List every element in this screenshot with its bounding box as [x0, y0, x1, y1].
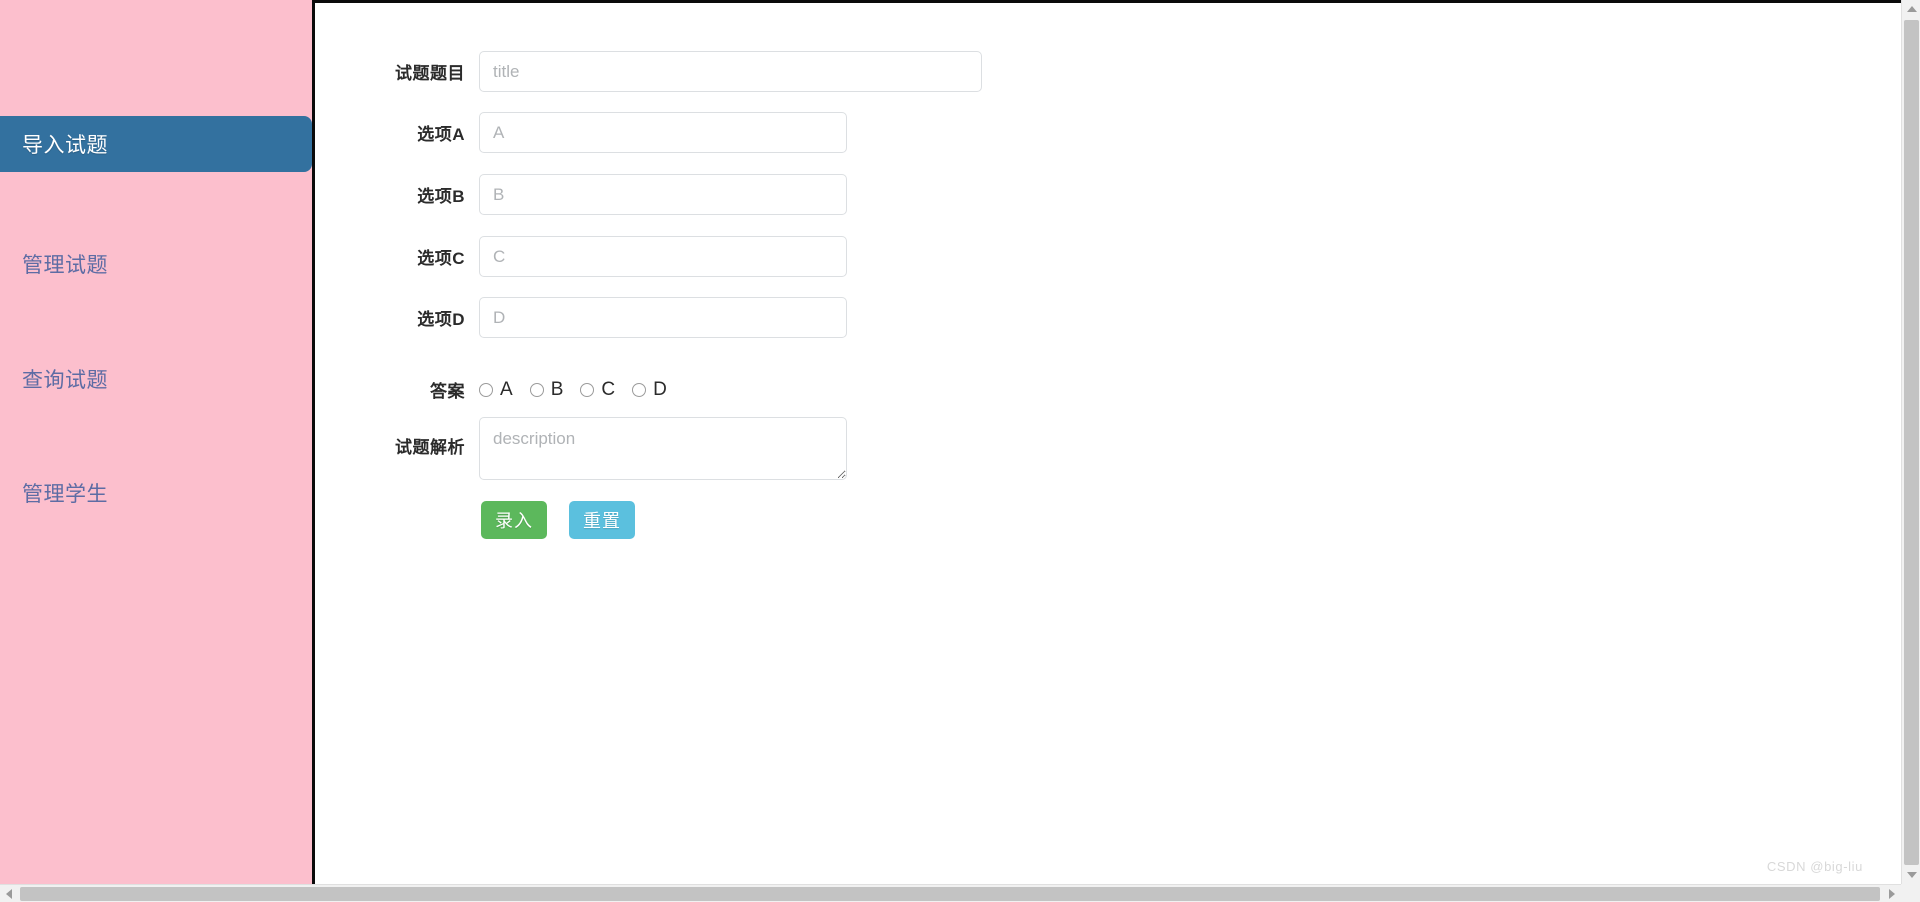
- label-question-title: 试题题目: [395, 64, 465, 83]
- radio-circle-icon: [479, 382, 493, 397]
- sidebar-item-label: 管理学生: [22, 483, 108, 506]
- label-option-a: 选项A: [417, 125, 465, 144]
- scroll-right-arrow-icon[interactable]: [1883, 885, 1901, 902]
- label-answer: 答案: [430, 382, 465, 401]
- form-row-answer: 答案 A B C D: [373, 377, 684, 402]
- description-textarea[interactable]: [479, 417, 847, 480]
- sidebar-item-label: 管理试题: [22, 254, 108, 277]
- label-option-d: 选项D: [417, 310, 465, 329]
- sidebar-item-import-questions[interactable]: 导入试题: [0, 116, 312, 172]
- label-description: 试题解析: [395, 438, 465, 457]
- answer-radio-b[interactable]: B: [529, 378, 564, 401]
- answer-radio-d-label: D: [653, 378, 667, 400]
- answer-radio-a-label: A: [500, 378, 513, 400]
- sidebar-navigation: 导入试题 管理试题 查询试题 管理学生: [0, 0, 312, 884]
- option-b-input[interactable]: [479, 174, 847, 215]
- horizontal-scrollbar-thumb[interactable]: [20, 887, 1880, 901]
- label-option-c: 选项C: [417, 249, 465, 268]
- option-a-input[interactable]: [479, 112, 847, 153]
- form-row-option-a: 选项A: [373, 112, 847, 153]
- sidebar-item-manage-students[interactable]: 管理学生: [0, 465, 312, 521]
- answer-radio-group: A B C D: [479, 379, 684, 401]
- radio-circle-icon: [529, 382, 544, 397]
- watermark-text: CSDN @big-liu: [1766, 859, 1863, 874]
- sidebar-item-label: 导入试题: [22, 134, 108, 157]
- application-window: 导入试题 管理试题 查询试题 管理学生 试题题目 选项A 选项B 选项C: [0, 0, 1920, 902]
- option-c-input[interactable]: [479, 236, 847, 277]
- reset-button[interactable]: 重置: [569, 501, 635, 539]
- vertical-scrollbar-thumb[interactable]: [1904, 20, 1919, 865]
- form-row-option-d: 选项D: [373, 297, 847, 338]
- scroll-left-arrow-icon[interactable]: [0, 885, 18, 902]
- answer-radio-d[interactable]: D: [632, 379, 667, 401]
- question-title-input[interactable]: [479, 51, 982, 92]
- sidebar-item-manage-questions[interactable]: 管理试题: [0, 236, 312, 292]
- sidebar-item-label: 查询试题: [22, 369, 108, 392]
- form-row-option-b: 选项B: [373, 174, 847, 215]
- answer-radio-b-label: B: [550, 378, 564, 400]
- form-actions: 录入 重置: [481, 501, 635, 539]
- main-content-area: 试题题目 选项A 选项B 选项C 选项D 答案 A: [315, 3, 1901, 884]
- form-row-title: 试题题目: [373, 51, 982, 92]
- scroll-up-arrow-icon[interactable]: [1902, 0, 1920, 18]
- answer-radio-c[interactable]: C: [580, 379, 615, 401]
- radio-circle-icon: [632, 382, 647, 397]
- vertical-scrollbar[interactable]: [1901, 0, 1920, 884]
- scroll-down-arrow-icon[interactable]: [1902, 866, 1920, 884]
- form-row-option-c: 选项C: [373, 236, 847, 277]
- form-row-description: 试题解析: [373, 417, 847, 480]
- option-d-input[interactable]: [479, 297, 847, 338]
- label-option-b: 选项B: [417, 187, 465, 206]
- horizontal-scrollbar[interactable]: [0, 884, 1901, 902]
- submit-button[interactable]: 录入: [481, 501, 547, 539]
- scrollbar-corner: [1901, 884, 1920, 902]
- answer-radio-a[interactable]: A: [479, 379, 513, 401]
- answer-radio-c-label: C: [601, 378, 616, 400]
- radio-circle-icon: [580, 382, 595, 397]
- sidebar-item-query-questions[interactable]: 查询试题: [0, 351, 312, 407]
